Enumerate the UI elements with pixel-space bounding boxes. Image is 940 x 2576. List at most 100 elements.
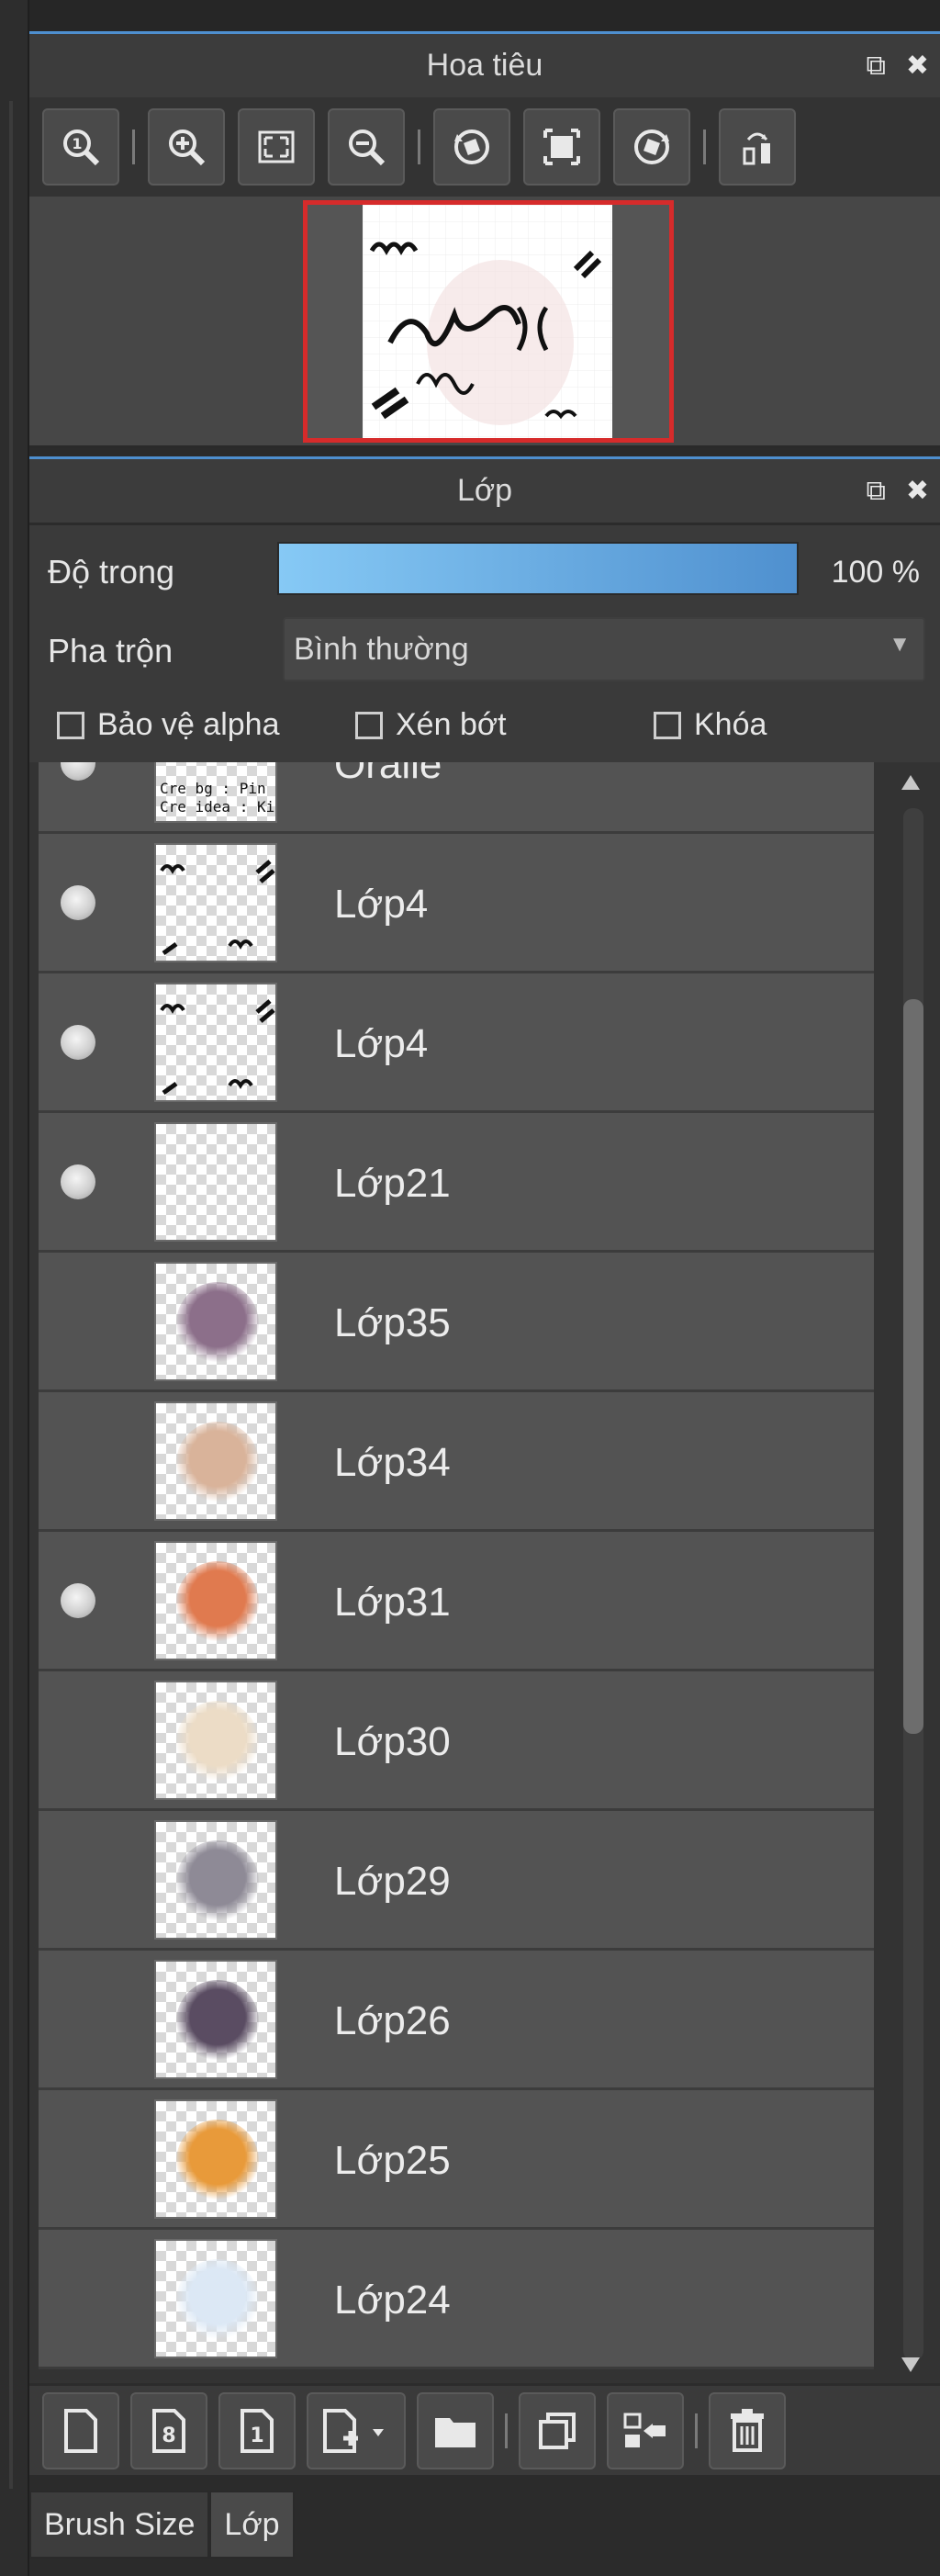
layer-name: Lớp21 xyxy=(334,1161,451,1206)
layer-name: Lớp34 xyxy=(334,1440,451,1485)
toolbar-separator xyxy=(703,129,706,164)
dock-divider xyxy=(9,101,13,2489)
thumbnail-artwork xyxy=(176,2120,259,2202)
zoom-in-icon[interactable] xyxy=(148,108,225,186)
blend-mode-select[interactable]: Bình thường ▼ xyxy=(283,617,925,681)
add-layer-menu-icon[interactable] xyxy=(307,2391,406,2469)
visibility-toggle-empty[interactable] xyxy=(61,1304,95,1339)
opacity-value: 100 % xyxy=(831,555,920,590)
scroll-down-icon[interactable] xyxy=(901,2357,920,2372)
layer-name: Lớp25 xyxy=(334,2138,451,2183)
opacity-slider[interactable] xyxy=(277,542,799,595)
new-8bit-layer-icon[interactable]: 8 xyxy=(130,2391,207,2469)
close-icon[interactable]: ✖ xyxy=(906,476,929,507)
visibility-toggle-icon[interactable] xyxy=(61,1164,95,1199)
top-dock-area xyxy=(29,0,940,31)
checkbox-box xyxy=(654,711,681,739)
visibility-toggle-icon[interactable] xyxy=(61,1583,95,1618)
layer-name: Lớp4 xyxy=(334,882,429,927)
layer-row[interactable]: Lớp29 xyxy=(39,1811,874,1951)
layer-row[interactable]: Lớp30 xyxy=(39,1671,874,1811)
layer-row[interactable]: Cre bg : Pin Cre idea : Ki Oralle xyxy=(39,762,874,834)
navigator-title: Hoa tiêu xyxy=(426,48,543,83)
layer-row[interactable]: Lớp25 xyxy=(39,2090,874,2230)
visibility-toggle-empty[interactable] xyxy=(61,2142,95,2177)
popout-icon[interactable]: ⧉ xyxy=(866,51,885,82)
visibility-toggle-icon[interactable] xyxy=(61,885,95,920)
layers-list: Cre bg : Pin Cre idea : Ki Oralle Lớp4 Lớp4 L… xyxy=(39,762,874,2369)
navigator-preview-area[interactable] xyxy=(29,197,940,448)
duplicate-layer-icon[interactable] xyxy=(519,2391,596,2469)
protect-alpha-checkbox[interactable]: Bảo vệ alpha xyxy=(57,707,280,743)
new-1bit-layer-icon[interactable]: 1 xyxy=(218,2391,296,2469)
dock-tabs: Brush Size Lớp xyxy=(29,2491,295,2559)
svg-text:8: 8 xyxy=(162,2424,175,2447)
scroll-up-icon[interactable] xyxy=(901,775,920,790)
toolbar-separator xyxy=(132,129,135,164)
layers-list-area: Cre bg : Pin Cre idea : Ki Oralle Lớp4 Lớp4 L… xyxy=(29,762,940,2383)
layer-thumbnail xyxy=(154,1122,277,1242)
layer-thumbnail xyxy=(154,1960,277,2079)
navigator-panel-title: Hoa tiêu ⧉ ✖ xyxy=(29,31,940,97)
layer-thumbnail xyxy=(154,983,277,1102)
merge-down-icon[interactable] xyxy=(607,2391,684,2469)
checkbox-box xyxy=(57,711,84,739)
toolbar-separator xyxy=(695,2413,698,2448)
visibility-toggle-icon[interactable] xyxy=(61,762,95,781)
svg-text:Cre idea : Ki: Cre idea : Ki xyxy=(160,798,274,816)
layer-row[interactable]: Lớp26 xyxy=(39,1951,874,2090)
zoom-out-icon[interactable] xyxy=(328,108,405,186)
tab-layer[interactable]: Lớp xyxy=(209,2491,295,2559)
blend-mode-value: Bình thường xyxy=(294,632,469,667)
close-icon[interactable]: ✖ xyxy=(906,51,929,82)
thumbnail-artwork xyxy=(176,1701,259,1783)
navigator-toolbar: 1 xyxy=(29,97,940,197)
layer-row[interactable]: Lớp4 xyxy=(39,834,874,973)
layer-row[interactable]: Lớp35 xyxy=(39,1253,874,1392)
visibility-toggle-empty[interactable] xyxy=(61,1723,95,1758)
rotate-right-icon[interactable] xyxy=(613,108,690,186)
visibility-toggle-empty[interactable] xyxy=(61,2281,95,2316)
layer-thumbnail: Cre bg : Pin Cre idea : Ki xyxy=(154,762,277,823)
chevron-down-icon: ▼ xyxy=(889,632,911,657)
clipping-checkbox[interactable]: Xén bớt xyxy=(355,707,507,743)
layer-row[interactable]: Lớp34 xyxy=(39,1392,874,1532)
reset-view-icon[interactable] xyxy=(523,108,600,186)
layer-thumbnail xyxy=(154,1262,277,1381)
scroll-thumb[interactable] xyxy=(903,999,923,1734)
layer-thumbnail xyxy=(154,1820,277,1940)
toolbar-separator xyxy=(418,129,420,164)
opacity-label: Độ trong xyxy=(48,553,175,591)
layer-row[interactable]: Lớp4 xyxy=(39,973,874,1113)
tab-label: Lớp xyxy=(224,2506,280,2542)
visibility-toggle-icon[interactable] xyxy=(61,1025,95,1060)
visibility-toggle-empty[interactable] xyxy=(61,2002,95,2037)
delete-layer-icon[interactable] xyxy=(709,2391,786,2469)
rotate-left-icon[interactable] xyxy=(433,108,510,186)
layer-row[interactable]: Lớp21 xyxy=(39,1113,874,1253)
navigator-viewport-frame[interactable] xyxy=(303,200,674,443)
popout-icon[interactable]: ⧉ xyxy=(866,476,885,507)
zoom-actual-icon[interactable]: 1 xyxy=(42,108,119,186)
layer-panel-title-text: Lớp xyxy=(456,473,513,508)
fit-screen-icon[interactable] xyxy=(238,108,315,186)
new-folder-icon[interactable] xyxy=(417,2391,494,2469)
layer-name: Lớp26 xyxy=(334,1998,451,2043)
visibility-toggle-empty[interactable] xyxy=(61,1444,95,1479)
thumbnail-artwork xyxy=(176,1422,259,1504)
flip-horizontal-icon[interactable] xyxy=(719,108,796,186)
layer-name: Lớp30 xyxy=(334,1719,451,1764)
tab-brush-size[interactable]: Brush Size xyxy=(29,2491,210,2559)
layers-scrollbar[interactable] xyxy=(883,762,940,2383)
layer-name: Lớp29 xyxy=(334,1859,451,1904)
layer-name: Lớp31 xyxy=(334,1580,451,1625)
new-layer-icon[interactable] xyxy=(42,2391,119,2469)
lock-checkbox[interactable]: Khóa xyxy=(654,707,767,743)
svg-text:Cre bg : Pin: Cre bg : Pin xyxy=(160,780,266,797)
layer-panel-title: Lớp ⧉ ✖ xyxy=(29,456,940,523)
visibility-toggle-empty[interactable] xyxy=(61,1862,95,1897)
layer-name: Lớp24 xyxy=(334,2278,451,2323)
layer-name: Lớp4 xyxy=(334,1021,429,1066)
layer-row[interactable]: Lớp24 xyxy=(39,2230,874,2369)
layer-row[interactable]: Lớp31 xyxy=(39,1532,874,1671)
